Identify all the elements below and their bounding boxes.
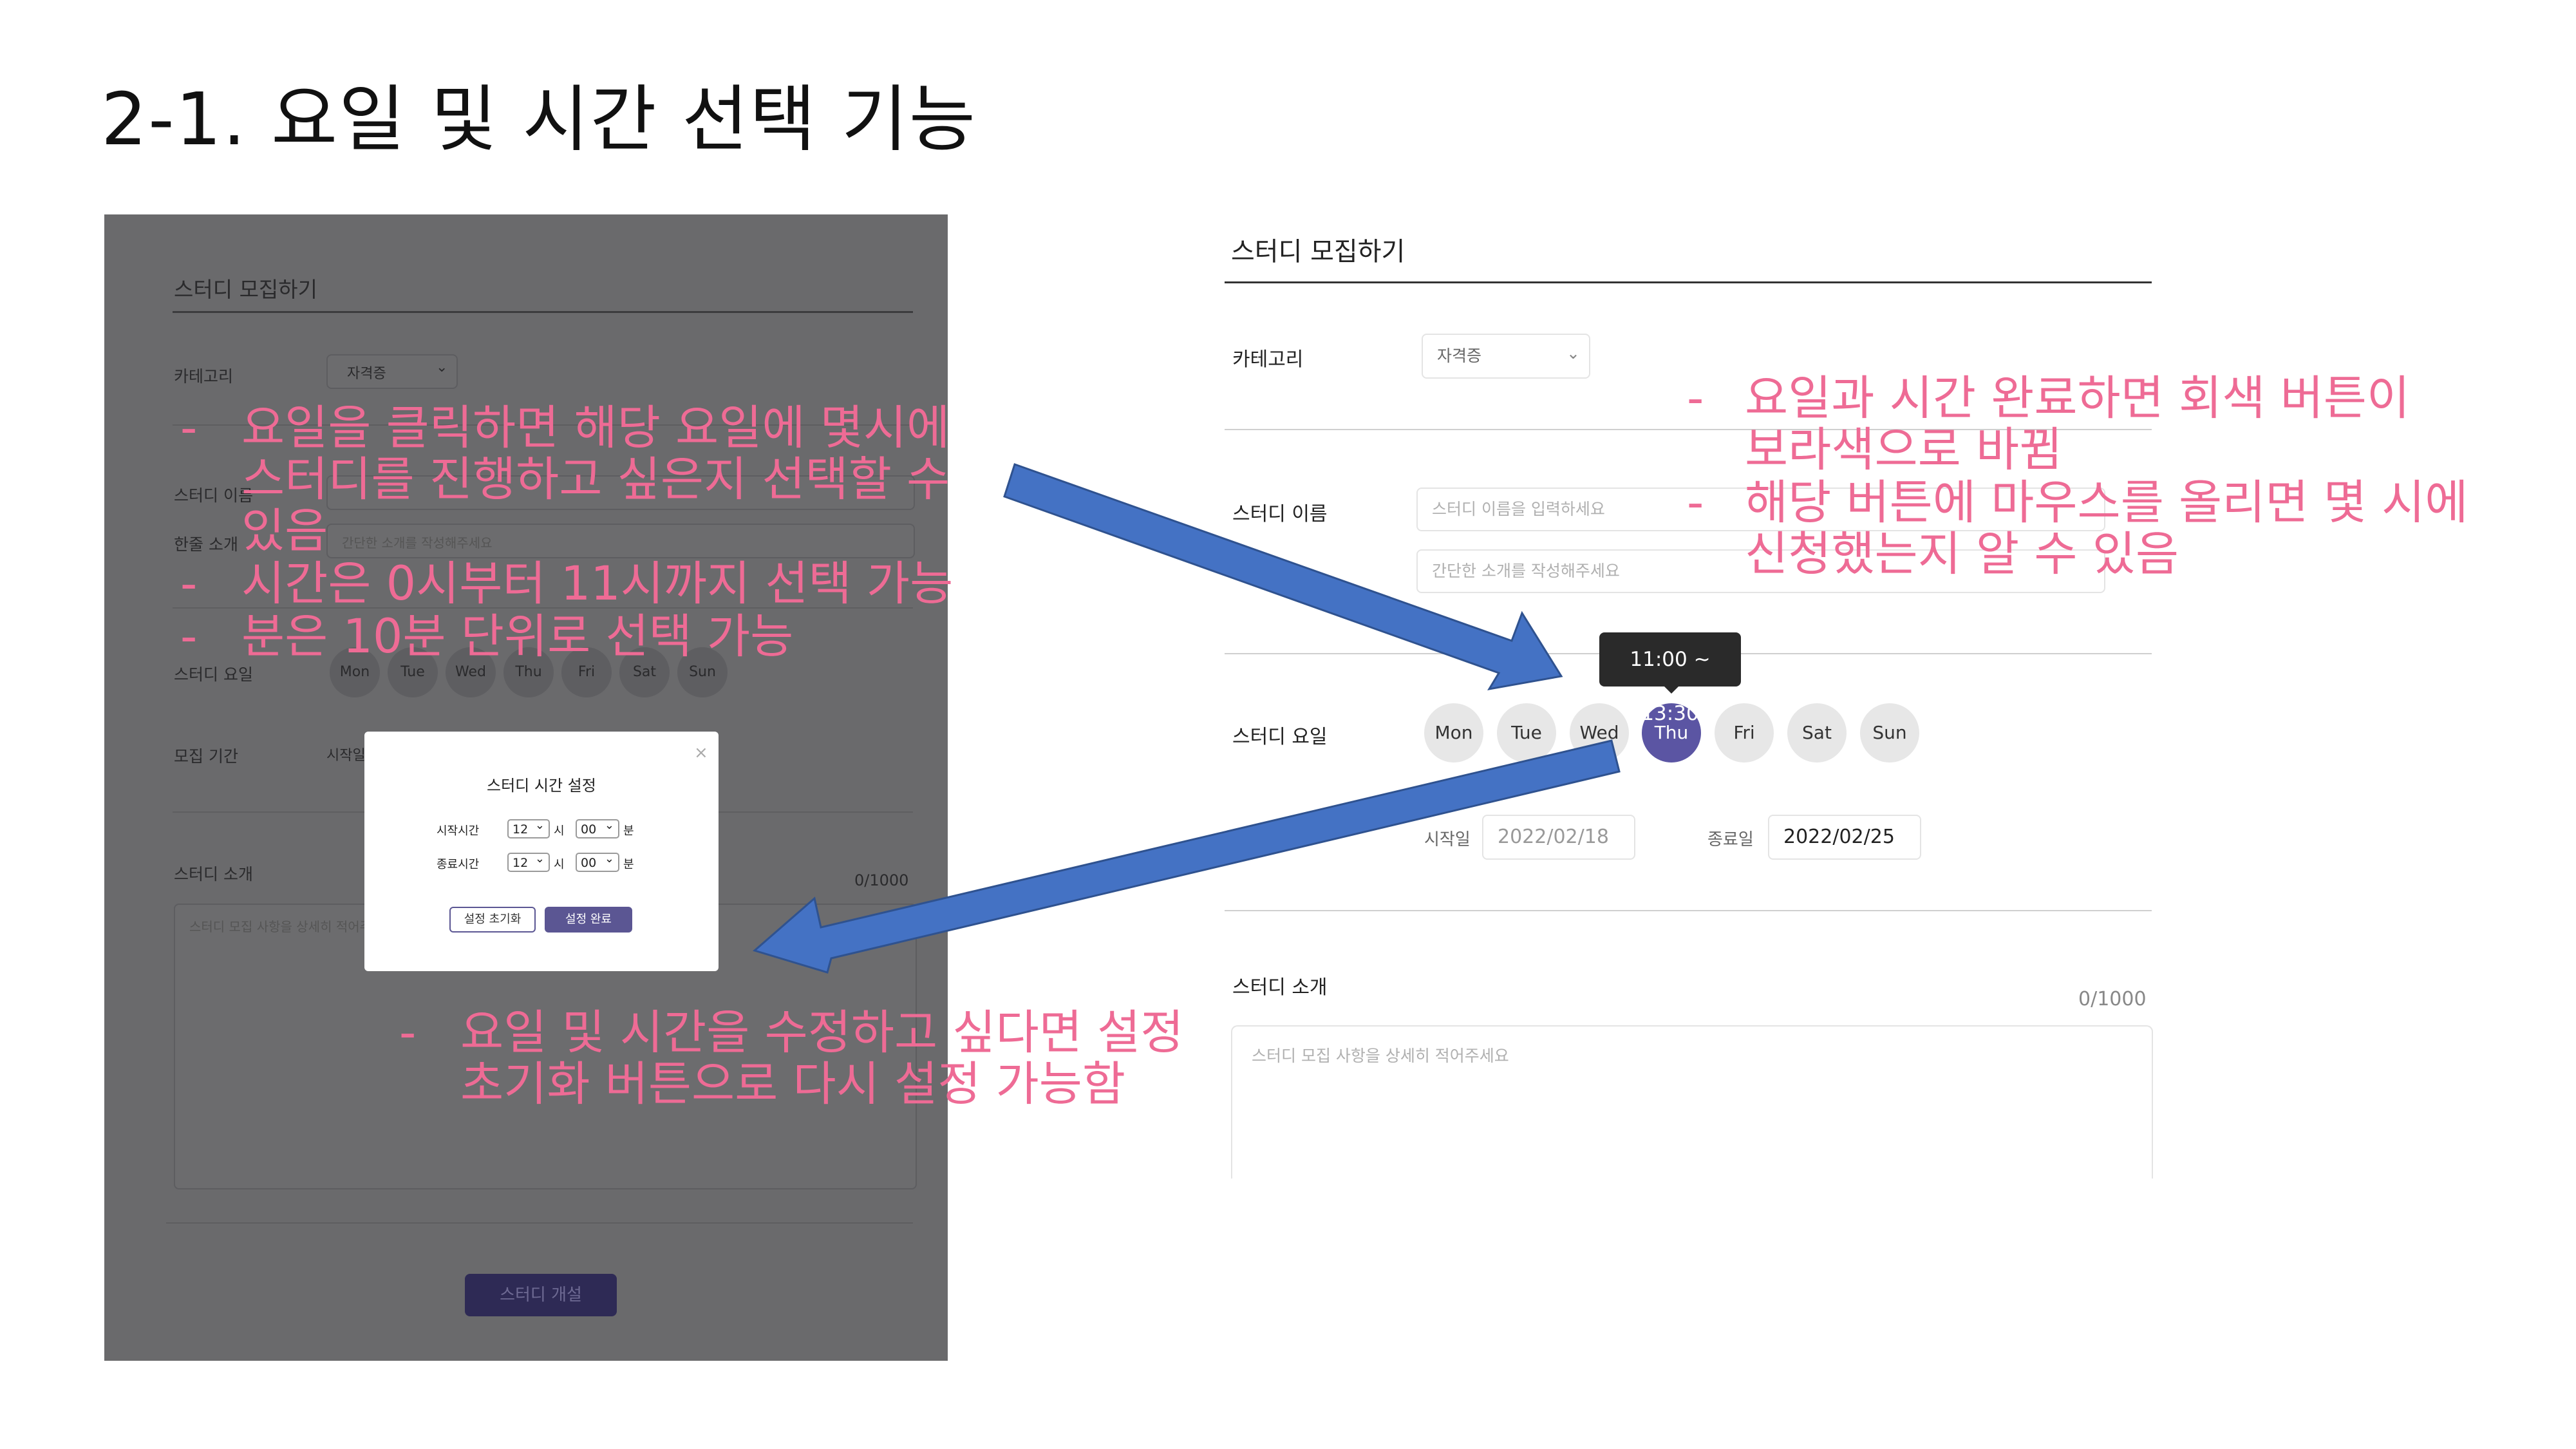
annotation-right-line-4: 신청했는지 알 수 있음 [1745, 527, 2179, 582]
bullet-dash: - [1687, 475, 1704, 530]
annotation-left-line-2: 스터디를 진행하고 싶은지 선택할 수 [241, 452, 950, 507]
annotation-right-line-2: 보라색으로 바뀜 [1745, 422, 2063, 477]
annotation-left-line-1: 요일을 클릭하면 해당 요일에 몇시에 [241, 401, 950, 455]
bullet-dash: - [180, 609, 198, 664]
arrow-to-selected-day [1003, 463, 1563, 691]
annotation-left-line-3: 있음 [241, 504, 328, 558]
annotation-right-line-3: 해당 버튼에 마우스를 올리면 몇 시에 [1745, 475, 2468, 530]
annotation-bottom-line-2: 초기화 버튼으로 다시 설정 가능함 [460, 1057, 1126, 1112]
bullet-dash: - [1687, 371, 1704, 426]
bullet-dash: - [399, 1005, 417, 1060]
annotation-left-line-5: 분은 10분 단위로 선택 가능 [241, 609, 794, 664]
bullet-dash: - [180, 556, 198, 611]
annotation-arrows [752, 463, 1621, 974]
annotation-bottom-line-1: 요일 및 시간을 수정하고 싶다면 설정 [460, 1005, 1184, 1060]
arrow-to-reset-button [752, 739, 1621, 974]
annotation-left-line-4: 시간은 0시부터 11시까지 선택 가능 [241, 556, 954, 611]
bullet-dash: - [180, 401, 198, 455]
annotation-right-line-1: 요일과 시간 완료하면 회색 버튼이 [1745, 371, 2411, 426]
